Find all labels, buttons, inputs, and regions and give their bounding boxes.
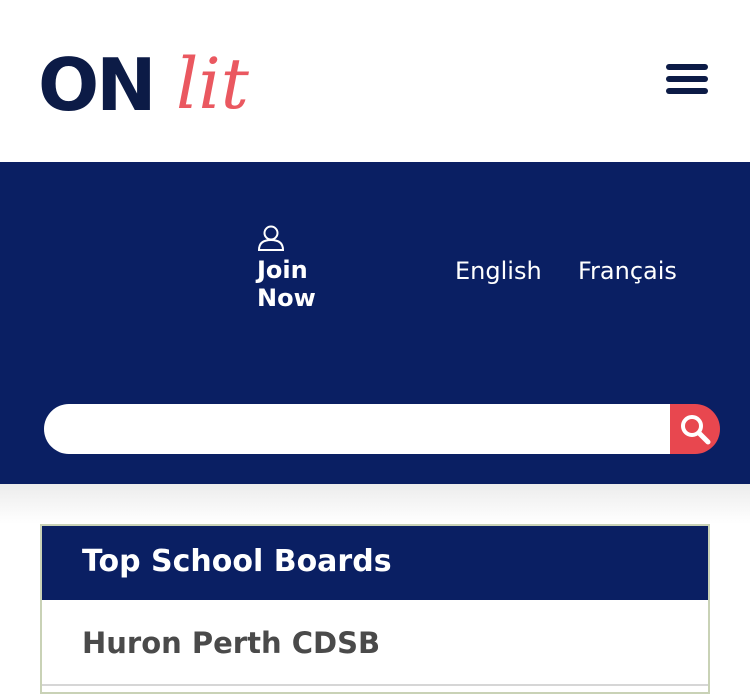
list-item[interactable]: Huron Perth CDSB [42,600,708,686]
language-english-link[interactable]: English [455,256,542,286]
top-school-boards-card: Top School Boards Huron Perth CDSB [40,524,710,694]
card-title: Top School Boards [82,544,392,579]
svg-text:ON: ON [38,43,153,120]
search-bar [44,404,720,454]
card-header: Top School Boards [42,526,708,600]
onlit-logo[interactable]: ON lit [38,40,288,127]
user-icon [257,225,285,251]
language-french-link[interactable]: Français [578,256,677,286]
search-icon [681,415,711,445]
svg-text:lit: lit [176,43,250,120]
hamburger-menu-icon[interactable] [666,64,708,94]
search-button[interactable] [670,404,720,454]
search-input[interactable] [44,404,670,454]
join-now-label: Join Now [257,256,316,312]
join-now-link[interactable]: Join Now [257,224,377,316]
site-header: ON lit [0,0,750,162]
school-board-name: Huron Perth CDSB [82,626,381,660]
band-shadow [0,484,750,524]
